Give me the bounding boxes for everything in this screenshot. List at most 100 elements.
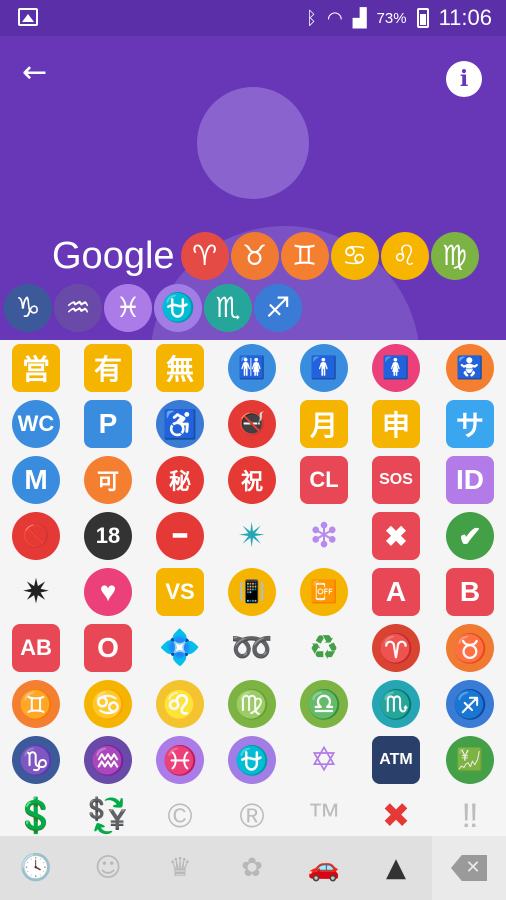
emoji-key[interactable]: ♏ (360, 676, 432, 732)
emoji-key[interactable]: B (434, 564, 506, 620)
emoji-key[interactable]: 月 (288, 396, 360, 452)
emoji-key[interactable]: ♍ (216, 676, 288, 732)
emoji-key[interactable]: サ (434, 396, 506, 452)
emoji-key[interactable]: ® (216, 788, 288, 836)
nature-tab[interactable]: ✿ (216, 836, 288, 900)
back-arrow-icon[interactable]: ← (22, 58, 54, 90)
emoji-icon: ✴ (237, 517, 267, 555)
emoji-key[interactable]: 18 (72, 508, 144, 564)
emoji-icon: 🚭 (228, 400, 276, 448)
emoji-key[interactable]: 有 (72, 340, 144, 396)
emoji-key[interactable]: ♓ (144, 732, 216, 788)
emoji-key[interactable]: VS (144, 564, 216, 620)
emoji-key[interactable]: 🚻 (216, 340, 288, 396)
zodiac-icon: ♊ (280, 232, 329, 280)
emoji-key[interactable]: ID (434, 452, 506, 508)
emoji-icon: ❇ (309, 517, 339, 555)
emoji-icon: 🚫 (12, 512, 60, 560)
emoji-key[interactable]: 💠 (144, 620, 216, 676)
emoji-key[interactable]: ♿ (144, 396, 216, 452)
emoji-icon: ✡ (309, 741, 339, 779)
emoji-key[interactable]: 🚫 (0, 508, 72, 564)
emoji-icon: VS (156, 568, 204, 616)
emoji-key[interactable]: 無 (144, 340, 216, 396)
emoji-key[interactable]: ━ (144, 508, 216, 564)
recent-tab[interactable]: 🕓 (0, 836, 72, 900)
emoji-key[interactable]: 🚺 (360, 340, 432, 396)
emoji-key[interactable]: WC (0, 396, 72, 452)
emoji-key[interactable]: 申 (360, 396, 432, 452)
places-tab[interactable]: 🚗 (288, 836, 360, 900)
emoji-key[interactable]: ➿ (216, 620, 288, 676)
delete-button[interactable]: ✕ (432, 836, 506, 900)
emoji-key[interactable]: AB (0, 620, 72, 676)
emoji-key[interactable]: ♥ (72, 564, 144, 620)
system-icons: ᛒ ◠ ▟ 73% 11:06 (306, 5, 492, 31)
emoji-key[interactable]: ™ (288, 788, 360, 836)
emoji-key[interactable]: ✔ (434, 508, 506, 564)
emoji-icon: P (84, 400, 132, 448)
emoji-key[interactable]: M (0, 452, 72, 508)
emoji-key[interactable]: ♊ (0, 676, 72, 732)
emoji-key[interactable]: O (72, 620, 144, 676)
emoji-key[interactable]: ♌ (144, 676, 216, 732)
emoji-icon: ♈ (372, 624, 420, 672)
emoji-icon: 🚹 (300, 344, 348, 392)
emoji-icon: ♻ (308, 629, 340, 667)
emoji-key[interactable]: ✖ (360, 788, 432, 836)
emoji-icon: ‼ (461, 796, 479, 835)
emoji-category-bar: 🕓 ☺ ♛ ✿ 🚗 ▲ ✕ (0, 836, 506, 900)
emoji-icon: SOS (372, 456, 420, 504)
info-icon[interactable]: i (446, 61, 482, 97)
emoji-icon: © (167, 796, 193, 835)
emoji-key[interactable]: 営 (0, 340, 72, 396)
objects-tab[interactable]: ♛ (144, 836, 216, 900)
emoji-key[interactable]: ♒ (72, 732, 144, 788)
emoji-icon: 💲 (14, 797, 58, 835)
emoji-key[interactable]: 可 (72, 452, 144, 508)
emoji-key[interactable]: ✷ (0, 564, 72, 620)
emoji-key[interactable]: ❇ (288, 508, 360, 564)
emoji-icon: 💹 (446, 736, 494, 784)
emoji-icon: ® (239, 796, 265, 835)
emoji-key[interactable]: ♉ (434, 620, 506, 676)
symbols-tab[interactable]: ▲ (360, 836, 432, 900)
emoji-key[interactable]: ✡ (288, 732, 360, 788)
emoji-key[interactable]: ♎ (288, 676, 360, 732)
emoji-icon: ✖ (381, 797, 411, 835)
emoji-key[interactable]: 秘 (144, 452, 216, 508)
emoji-key[interactable]: ♋ (72, 676, 144, 732)
emoji-key[interactable]: 🚼 (434, 340, 506, 396)
emoji-key[interactable]: 祝 (216, 452, 288, 508)
emoji-key[interactable]: ♈ (360, 620, 432, 676)
emoji-key[interactable]: 💹 (434, 732, 506, 788)
emoji-key[interactable]: ✖ (360, 508, 432, 564)
emoji-key[interactable]: 💱 (72, 788, 144, 836)
battery-percent: 73% (376, 9, 407, 27)
emoji-icon: 🚺 (372, 344, 420, 392)
emoji-key[interactable]: 🚭 (216, 396, 288, 452)
emoji-key[interactable]: ♑ (0, 732, 72, 788)
emoji-key[interactable]: P (72, 396, 144, 452)
emoji-key[interactable]: CL (288, 452, 360, 508)
emoji-key[interactable]: 💲 (0, 788, 72, 836)
emoji-key[interactable]: A (360, 564, 432, 620)
emoji-key[interactable]: 🚹 (288, 340, 360, 396)
emoji-key[interactable]: ♻ (288, 620, 360, 676)
emoji-key[interactable]: 📳 (216, 564, 288, 620)
emoji-icon: 秘 (156, 456, 204, 504)
zodiac-row-1: ♈ ♉ ♊ ♋ ♌ ♍ (180, 232, 481, 280)
emoji-key[interactable]: SOS (360, 452, 432, 508)
emoji-key[interactable]: ✴ (216, 508, 288, 564)
emoji-icon: ✖ (372, 512, 420, 560)
smiley-tab[interactable]: ☺ (72, 836, 144, 900)
emoji-key[interactable]: ‼ (434, 788, 506, 836)
emoji-key[interactable]: © (144, 788, 216, 836)
emoji-key[interactable]: ⛎ (216, 732, 288, 788)
zodiac-icon: ♍ (430, 232, 479, 280)
emoji-key[interactable]: 📴 (288, 564, 360, 620)
emoji-icon: B (446, 568, 494, 616)
emoji-key[interactable]: ATM (360, 732, 432, 788)
emoji-key[interactable]: ♐ (434, 676, 506, 732)
emoji-icon: 営 (12, 344, 60, 392)
